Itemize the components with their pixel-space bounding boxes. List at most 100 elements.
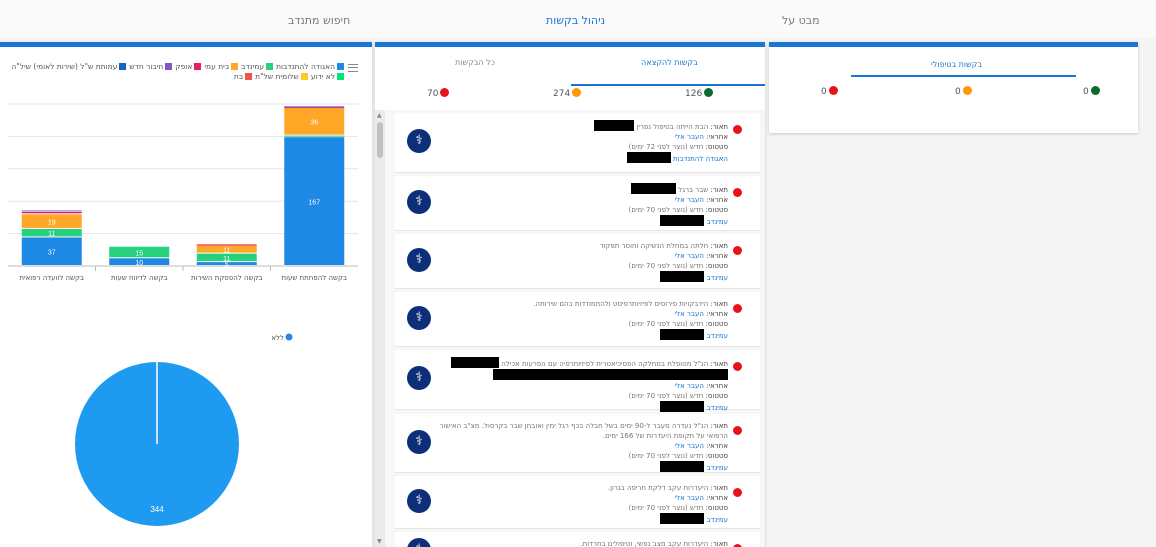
tab-assign-requests[interactable]: בקשות להקצאה [641, 58, 698, 67]
organization-link[interactable]: עמינדב [707, 516, 728, 524]
tab-all-requests[interactable]: כל הבקשות [455, 58, 495, 67]
assign-to-me-link[interactable]: העבר אלי [675, 442, 704, 450]
request-details: תאור: חלתה במחלת הנשיקה וחוסר תפקוד אחראי… [428, 241, 728, 283]
bar-value-label: 11 [223, 256, 230, 263]
organization-link[interactable]: האגודה להתנדבות [673, 155, 728, 163]
category-label: בקשה להפחתת שעות [281, 274, 347, 282]
legend-swatch [300, 73, 308, 80]
responsible-label: אחראי: [706, 133, 728, 141]
legend-label: לא ידוע [310, 72, 335, 81]
legend-swatch [194, 63, 202, 70]
responsible-label: אחראי: [706, 196, 728, 204]
tab-request-management[interactable]: ניהול בקשות [546, 14, 605, 27]
description-line: תאור: חלתה במחלת הנשיקה וחוסר תפקוד [428, 241, 728, 251]
description-line: תאור: היעדרות עקב מצב נפשי, וטיפולים בחר… [428, 539, 728, 547]
request-card[interactable]: ⚕ תאור: היעדרות עקב דלקת חריפה בגרון. אחרא… [395, 476, 760, 529]
panel-accent-bar [769, 42, 1138, 47]
assign-to-me-link[interactable]: העבר אלי [675, 382, 704, 390]
request-card[interactable]: ⚕ תאור: הנ"ל נעדרה מעבר ל-90 ימים בשל חבל… [395, 414, 760, 473]
status-label: סטטוס: [705, 452, 728, 460]
request-card[interactable]: ⚕תאור: היעדרות עקב מצב נפשי, וטיפולים בח… [395, 532, 760, 547]
legend-item[interactable]: חיבור חדש [129, 62, 173, 72]
organization-link[interactable]: עמינדב [707, 274, 728, 282]
status-line: סטטוס: חדש (נוצר לפני 70 ימים) [428, 261, 728, 271]
red-dot-icon [828, 86, 838, 95]
request-card[interactable]: ⚕ תאור: חלתה במחלת הנשיקה וחוסר תפקוד אחרא… [395, 234, 760, 289]
status-line: סטטוס: חדש (נוצר לפני 70 ימים) [428, 451, 728, 461]
organization-line: עמינדב [428, 461, 728, 473]
status-line: סטטוס: חדש (נוצר לפני 70 ימים) [428, 205, 728, 215]
legend-label: עמותת ש"ל (שירות לאומי) שיל"ה [11, 62, 118, 71]
assign-to-me-link[interactable]: העבר אלי [675, 310, 704, 318]
legend-item[interactable]: האגודה להתנדבות [276, 62, 344, 72]
description-line: תאור: הנ"ל נעדרה מעבר ל-90 ימים בשל חבלה… [428, 421, 728, 441]
requests-tabs: כל הבקשות בקשות להקצאה [375, 52, 765, 86]
active-tab-underline [571, 84, 765, 86]
legend-item[interactable]: עמינדב [241, 62, 274, 72]
bar-value-label: 5 [225, 262, 229, 269]
request-card[interactable]: ⚕ תאור: הידבקויות פירוסים לפיזיותרפיסט ול… [395, 292, 760, 347]
request-card[interactable]: ⚕ תאור: הבת הייתה בטיפול נפרין אחראי: העב… [395, 113, 760, 173]
bar-segment[interactable] [284, 135, 345, 137]
legend-swatch [165, 63, 173, 70]
description-line: תאור: היעדרות עקב דלקת חריפה בגרון. [428, 483, 728, 493]
status-label: סטטוס: [705, 320, 728, 328]
legend-swatch [337, 63, 344, 70]
status-line: סטטוס: חדש (נוצר לפני 72 ימים) [428, 142, 728, 152]
bar-segment[interactable] [21, 210, 82, 212]
bar-segment[interactable] [196, 244, 257, 246]
organization-link[interactable]: עמינדב [707, 464, 728, 472]
list-scrollbar[interactable]: ▲ ▼ [375, 110, 385, 547]
legend-item[interactable]: בית עמי [204, 62, 239, 72]
description-label: תאור: [710, 242, 729, 250]
organization-link[interactable]: עמינדב [707, 218, 728, 226]
responsible-line: אחראי: העבר אלי [428, 132, 728, 142]
responsible-label: אחראי: [706, 382, 728, 390]
redacted-volunteer [660, 513, 705, 524]
menu-icon[interactable] [348, 64, 358, 72]
bar-value-label: 11 [223, 247, 230, 254]
assign-to-me-link[interactable]: העבר אלי [675, 196, 704, 204]
tab-overview[interactable]: מבט על [782, 14, 820, 27]
pie-value-label: 344 [150, 505, 164, 514]
responsible-line: אחראי: העבר אלי [428, 493, 728, 503]
legend-item[interactable]: בת [234, 72, 253, 82]
tab-volunteer-search[interactable]: חיפוש מתנדב [288, 14, 350, 27]
bar-segment[interactable] [284, 106, 345, 108]
scroll-up-icon[interactable]: ▲ [377, 112, 382, 119]
request-details: תאור: הבת הייתה בטיפול נפרין אחראי: העבר… [428, 120, 728, 164]
organization-link[interactable]: עמינדב [707, 404, 728, 412]
legend-label: בית עמי [204, 62, 230, 71]
description-text: היעדרות עקב מצב נפשי, וטיפולים בחרדות. [580, 540, 709, 547]
pie-legend-label[interactable]: ללא [271, 334, 284, 342]
scroll-down-icon[interactable]: ▼ [377, 538, 382, 545]
redacted-text [493, 369, 728, 380]
legend-item[interactable]: לא ידוע [311, 72, 344, 82]
assign-to-me-link[interactable]: העבר אלי [675, 133, 704, 141]
legend-swatch [245, 73, 253, 80]
description-label: תאור: [710, 123, 729, 131]
legend-item[interactable]: אופק [175, 62, 202, 72]
description-text: הבת הייתה בטיפול נפרין [636, 123, 709, 131]
status-dot-icon [733, 188, 742, 197]
responsible-label: אחראי: [706, 252, 728, 260]
request-card[interactable]: ⚕ תאור: שבר ברגל אחראי: העבר אלי סטטוס: חד… [395, 176, 760, 231]
chart-legend: האגודה להתנדבות עמינדב בית עמי אופק חיבור חד… [0, 62, 344, 82]
tab-my-requests[interactable]: בקשות בטיפולי [931, 60, 982, 69]
scroll-thumb[interactable] [377, 122, 383, 158]
status-text: חדש (נוצר לפני 70 ימים) [628, 206, 704, 214]
bar-segment[interactable] [21, 212, 82, 214]
status-text: חדש (נוצר לפני 72 ימים) [628, 143, 704, 151]
charts-panel: האגודה להתנדבות עמינדב בית עמי אופק חיבור חד… [0, 42, 372, 547]
organization-link[interactable]: עמינדב [707, 332, 728, 340]
legend-item[interactable]: שלומית של"ת [255, 72, 308, 82]
request-details: תאור: הנ"ל מטופלת במחלקה הפסיכיאטרית לפי… [428, 357, 728, 413]
status-text: חדש (נוצר לפני 70 ימים) [628, 392, 704, 400]
assign-to-me-link[interactable]: העבר אלי [675, 494, 704, 502]
bar-value-label: 36 [310, 120, 318, 127]
legend-item[interactable]: עמותת ש"ל (שירות לאומי) שיל"ה [11, 62, 127, 72]
request-card[interactable]: ⚕ תאור: הנ"ל מטופלת במחלקה הפסיכיאטרית לפ… [395, 350, 760, 413]
my-count-orange: 0 [955, 86, 972, 97]
my-count-green: 0 [1083, 86, 1100, 97]
assign-to-me-link[interactable]: העבר אלי [675, 252, 704, 260]
